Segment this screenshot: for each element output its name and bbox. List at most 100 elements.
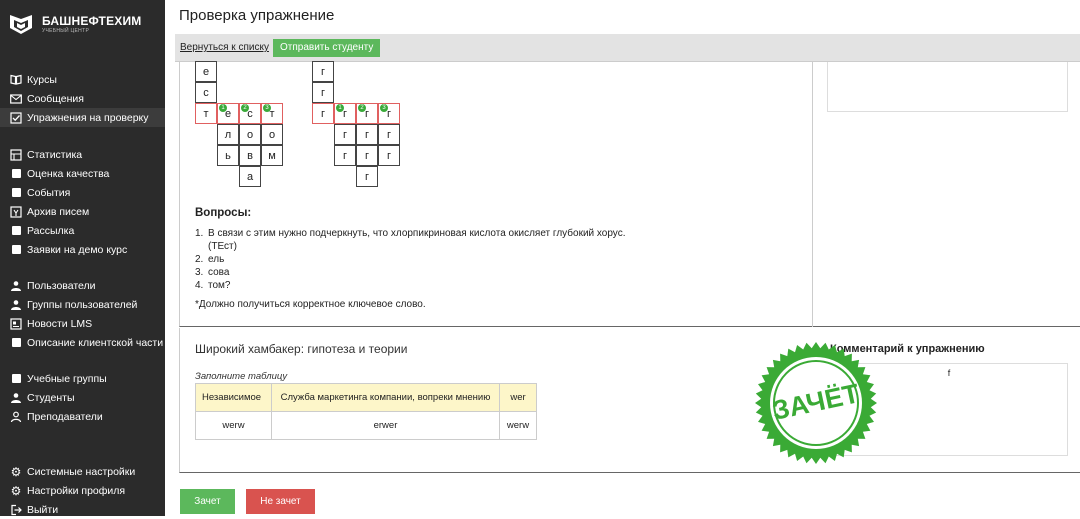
page-title: Проверка упражнение — [179, 7, 335, 24]
sidebar-item-messages[interactable]: Сообщения — [0, 89, 165, 108]
clue-number-badge: 3 — [263, 104, 271, 112]
crossword-cell: с — [195, 82, 217, 103]
sidebar-item-lms-news[interactable]: Новости LMS — [0, 314, 165, 333]
nav-group-analytics: Статистика Оценка качества События Архив… — [0, 145, 165, 259]
crossword-cell: в — [239, 145, 261, 166]
square-icon — [10, 244, 22, 256]
sidebar-item-events[interactable]: События — [0, 183, 165, 202]
table-cell: werw — [499, 411, 537, 440]
square-icon — [10, 187, 22, 199]
fail-button[interactable]: Не зачет — [246, 489, 315, 514]
nav-group-users: Пользователи Группы пользователей Новост… — [0, 276, 165, 352]
table-cell: Независимое — [195, 383, 272, 412]
clue-number-badge: 1 — [336, 104, 344, 112]
sidebar-item-label: Новости LMS — [27, 317, 93, 330]
crossword-cell: г — [378, 124, 400, 145]
sidebar-item-label: Настройки профиля — [27, 484, 126, 497]
book-icon — [10, 74, 22, 86]
crossword-cell: л — [217, 124, 239, 145]
questions-title: Вопросы: — [195, 207, 252, 219]
sidebar-item-client-description[interactable]: Описание клиентской части — [0, 333, 165, 352]
clue-number-badge: 2 — [358, 104, 366, 112]
sidebar-item-label: Студенты — [27, 391, 75, 404]
crossword-cell: о — [261, 124, 283, 145]
sidebar-item-quality[interactable]: Оценка качества — [0, 164, 165, 183]
nav-group-education: Учебные группы Студенты Преподаватели — [0, 369, 165, 426]
table-row: Независимое Служба маркетинга компании, … — [195, 383, 537, 412]
crossword-cell: е — [195, 61, 217, 82]
sidebar-item-label: Преподаватели — [27, 410, 103, 423]
sidebar-item-logout[interactable]: Выйти — [0, 500, 165, 519]
crossword-cell: г — [378, 145, 400, 166]
sidebar-item-label: Упражнения на проверку — [27, 111, 149, 124]
sidebar-item-label: Учебные группы — [27, 372, 107, 385]
panel-divider — [812, 62, 813, 327]
answer-table: Независимое Служба маркетинга компании, … — [195, 383, 537, 440]
sidebar-item-label: Архив писем — [27, 205, 90, 218]
sidebar-item-demo-requests[interactable]: Заявки на демо курс — [0, 240, 165, 259]
back-to-list-link[interactable]: Вернуться к списку — [180, 42, 269, 53]
toolbar: Вернуться к списку Отправить студенту — [175, 34, 1080, 62]
sidebar-item-label: Курсы — [27, 73, 57, 86]
sidebar-item-label: Статистика — [27, 148, 83, 161]
sidebar-item-study-groups[interactable]: Учебные группы — [0, 369, 165, 388]
sidebar-item-teachers[interactable]: Преподаватели — [0, 407, 165, 426]
table-cell: wer — [499, 383, 537, 412]
crossword-cell: г — [312, 103, 334, 124]
sidebar-item-statistics[interactable]: Статистика — [0, 145, 165, 164]
chart-icon — [10, 148, 22, 161]
sidebar: БАШНЕФТЕХИМ УЧЕБНЫЙ ЦЕНТР Курсы Сообщени… — [0, 0, 165, 516]
crossword-cell: г — [334, 124, 356, 145]
table-cell: Служба маркетинга компании, вопреки мнен… — [271, 383, 500, 412]
sidebar-item-exercises-review[interactable]: Упражнения на проверку — [0, 108, 165, 127]
square-icon — [10, 337, 22, 349]
crossword-cell: г — [356, 145, 378, 166]
crossword-cell: г — [334, 145, 356, 166]
sidebar-item-students[interactable]: Студенты — [0, 388, 165, 407]
table-row: werw erwer werw — [195, 411, 537, 440]
send-to-student-button[interactable]: Отправить студенту — [273, 39, 381, 57]
sidebar-item-user-groups[interactable]: Группы пользователей — [0, 295, 165, 314]
sidebar-item-label: Сообщения — [27, 92, 84, 105]
pass-stamp: ЗАЧЁТ — [755, 342, 877, 464]
sidebar-item-label: Выйти — [27, 503, 59, 516]
gear-icon: ⚙ — [10, 483, 22, 498]
questions-list: 1. В связи с этим нужно подчеркнуть, что … — [195, 227, 625, 292]
right-info-box — [827, 62, 1068, 112]
crossword-cell: м — [261, 145, 283, 166]
sidebar-item-label: Оценка качества — [27, 167, 110, 180]
crossword-cell: а — [239, 166, 261, 187]
sidebar-item-system-settings[interactable]: ⚙ Системные настройки — [0, 462, 165, 481]
question-item: 4. том? — [195, 280, 231, 291]
sidebar-item-profile-settings[interactable]: ⚙ Настройки профиля — [0, 481, 165, 500]
sidebar-item-mailing[interactable]: Рассылка — [0, 221, 165, 240]
sidebar-item-mail-archive[interactable]: Архив писем — [0, 202, 165, 221]
sidebar-item-courses[interactable]: Курсы — [0, 70, 165, 89]
users-icon — [10, 392, 22, 404]
sidebar-item-label: Рассылка — [27, 224, 75, 237]
sidebar-item-label: Описание клиентской части — [27, 336, 164, 349]
news-icon — [10, 317, 22, 330]
header: Проверка упражнение — [165, 0, 1080, 33]
users-icon — [10, 299, 22, 311]
crossword-cell: ь — [217, 145, 239, 166]
brand-shield-icon — [10, 15, 32, 34]
crossword-cell: о — [239, 124, 261, 145]
brand-logo[interactable]: БАШНЕФТЕХИМ УЧЕБНЫЙ ЦЕНТР — [8, 12, 142, 36]
clue-number-badge: 2 — [241, 104, 249, 112]
clue-number-badge: 1 — [219, 104, 227, 112]
sidebar-item-label: Группы пользователей — [27, 298, 138, 311]
nav-group-main: Курсы Сообщения Упражнения на проверку — [0, 70, 165, 127]
question-item: 1. В связи с этим нужно подчеркнуть, что … — [195, 228, 626, 239]
square-icon — [10, 225, 22, 237]
crossword-cell: г — [356, 166, 378, 187]
question-item: 2. ель — [195, 254, 225, 265]
sidebar-item-label: Системные настройки — [27, 465, 136, 478]
sidebar-item-label: Пользователи — [27, 279, 96, 292]
crossword-cell: г — [312, 82, 334, 103]
question-item: (ТЕст) — [208, 241, 237, 252]
pass-button[interactable]: Зачет — [180, 489, 235, 514]
archive-icon — [10, 205, 22, 218]
sidebar-item-users[interactable]: Пользователи — [0, 276, 165, 295]
brand-subtitle: УЧЕБНЫЙ ЦЕНТР — [42, 27, 90, 34]
